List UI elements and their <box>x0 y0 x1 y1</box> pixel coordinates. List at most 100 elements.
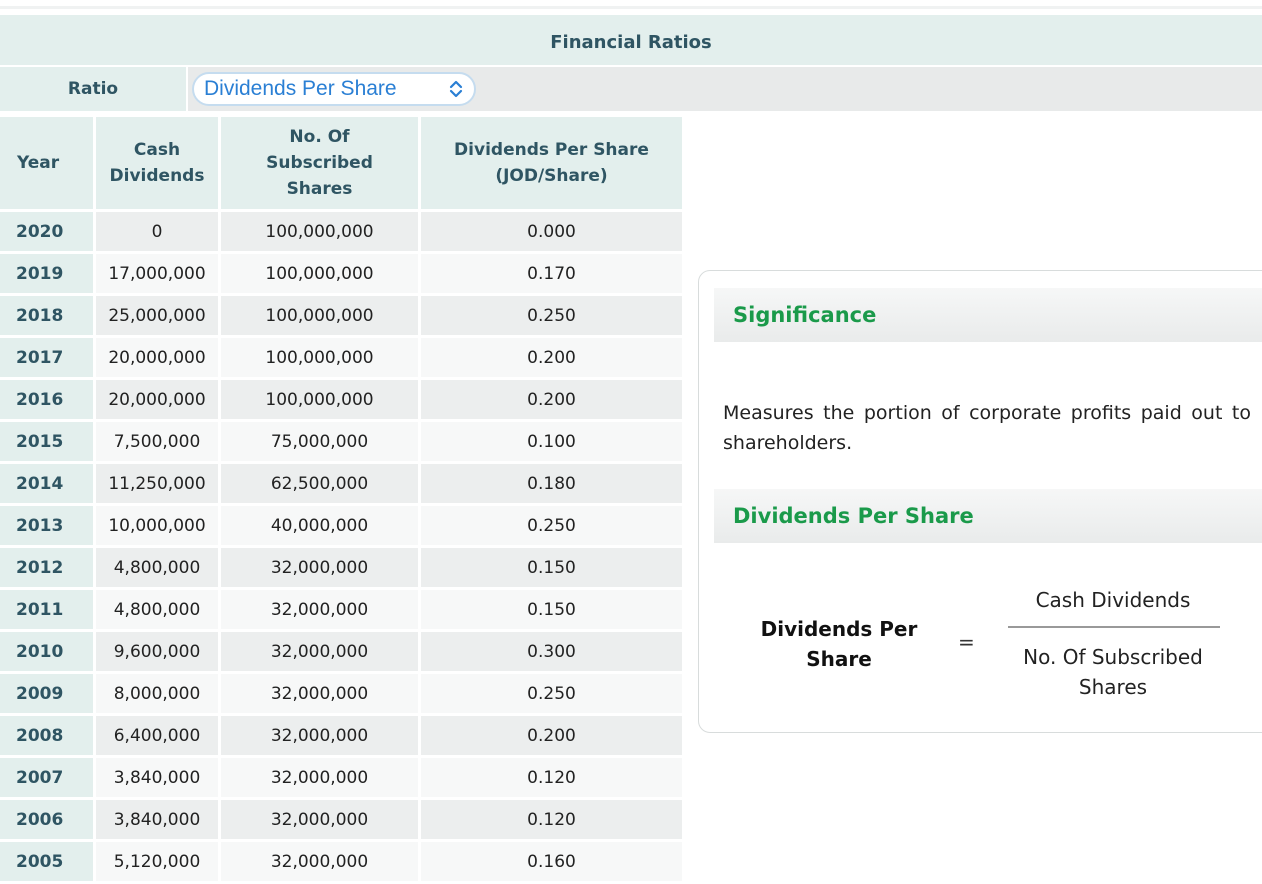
top-divider <box>0 6 1262 9</box>
subscribed-shares-cell: 62,500,000 <box>221 461 421 503</box>
dividends-per-share-cell: 0.150 <box>421 545 682 587</box>
year-cell: 2020 <box>0 209 96 251</box>
dividends-per-share-cell: 0.000 <box>421 209 682 251</box>
subscribed-shares-cell: 100,000,000 <box>221 335 421 377</box>
table-row: 2010 9,600,000 32,000,000 0.300 <box>0 629 682 671</box>
cash-dividends-cell: 11,250,000 <box>96 461 221 503</box>
year-cell: 2012 <box>0 545 96 587</box>
year-cell: 2017 <box>0 335 96 377</box>
cash-dividends-cell: 20,000,000 <box>96 377 221 419</box>
subscribed-shares-cell: 75,000,000 <box>221 419 421 461</box>
dividends-per-share-cell: 0.180 <box>421 461 682 503</box>
cash-dividends-cell: 4,800,000 <box>96 545 221 587</box>
ratio-select[interactable]: Dividends Per Share <box>192 72 476 106</box>
table-row: 2014 11,250,000 62,500,000 0.180 <box>0 461 682 503</box>
significance-text: Measures the portion of corporate profit… <box>723 402 1251 454</box>
year-cell: 2013 <box>0 503 96 545</box>
col-header-year: Year <box>0 117 96 209</box>
cash-dividends-cell: 20,000,000 <box>96 335 221 377</box>
year-cell: 2018 <box>0 293 96 335</box>
year-cell: 2015 <box>0 419 96 461</box>
subscribed-shares-cell: 32,000,000 <box>221 839 421 881</box>
cash-dividends-cell: 8,000,000 <box>96 671 221 713</box>
subscribed-shares-cell: 32,000,000 <box>221 671 421 713</box>
year-cell: 2019 <box>0 251 96 293</box>
formula-heading: Dividends Per Share <box>714 489 1262 543</box>
dividends-per-share-cell: 0.200 <box>421 377 682 419</box>
year-cell: 2008 <box>0 713 96 755</box>
cash-dividends-cell: 17,000,000 <box>96 251 221 293</box>
cash-dividends-cell: 5,120,000 <box>96 839 221 881</box>
formula-lhs: Dividends Per Share <box>760 617 918 671</box>
dividends-per-share-cell: 0.150 <box>421 587 682 629</box>
cash-dividends-cell: 3,840,000 <box>96 755 221 797</box>
chevron-up-down-icon <box>449 80 463 98</box>
subscribed-shares-cell: 100,000,000 <box>221 377 421 419</box>
significance-heading: Significance <box>714 288 1262 342</box>
ratio-table: Year Cash Dividends No. Of Subscribed Sh… <box>0 117 682 881</box>
table-row: 2006 3,840,000 32,000,000 0.120 <box>0 797 682 839</box>
dividends-per-share-cell: 0.300 <box>421 629 682 671</box>
col-header-subscribed-shares: No. Of Subscribed Shares <box>221 117 421 209</box>
subscribed-shares-cell: 32,000,000 <box>221 797 421 839</box>
formula-denominator: No. Of Subscribed Shares <box>1023 645 1203 699</box>
col-header-dividends-per-share: Dividends Per Share (JOD/Share) <box>421 117 682 209</box>
cash-dividends-cell: 7,500,000 <box>96 419 221 461</box>
dividends-per-share-cell: 0.120 <box>421 755 682 797</box>
table-row: 2012 4,800,000 32,000,000 0.150 <box>0 545 682 587</box>
page-title: Financial Ratios <box>0 15 1262 65</box>
subscribed-shares-cell: 32,000,000 <box>221 629 421 671</box>
subscribed-shares-cell: 32,000,000 <box>221 587 421 629</box>
table-row: 2005 5,120,000 32,000,000 0.160 <box>0 839 682 881</box>
fraction-bar <box>1008 626 1220 628</box>
cash-dividends-cell: 10,000,000 <box>96 503 221 545</box>
dividends-per-share-cell: 0.250 <box>421 503 682 545</box>
dividends-per-share-cell: 0.250 <box>421 293 682 335</box>
subscribed-shares-cell: 32,000,000 <box>221 545 421 587</box>
cash-dividends-cell: 3,840,000 <box>96 797 221 839</box>
dividends-per-share-cell: 0.160 <box>421 839 682 881</box>
year-cell: 2009 <box>0 671 96 713</box>
formula-numerator: Cash Dividends <box>1035 588 1191 612</box>
year-cell: 2014 <box>0 461 96 503</box>
table-row: 2020 0 100,000,000 0.000 <box>0 209 682 251</box>
cash-dividends-cell: 0 <box>96 209 221 251</box>
col-header-cash-dividends: Cash Dividends <box>96 117 221 209</box>
table-row: 2007 3,840,000 32,000,000 0.120 <box>0 755 682 797</box>
table-header-row: Year Cash Dividends No. Of Subscribed Sh… <box>0 117 682 209</box>
table-row: 2019 17,000,000 100,000,000 0.170 <box>0 251 682 293</box>
subscribed-shares-cell: 100,000,000 <box>221 251 421 293</box>
dividends-per-share-cell: 0.120 <box>421 797 682 839</box>
dividends-per-share-cell: 0.250 <box>421 671 682 713</box>
subscribed-shares-cell: 100,000,000 <box>221 209 421 251</box>
cash-dividends-cell: 4,800,000 <box>96 587 221 629</box>
ratio-label: Ratio <box>0 67 186 111</box>
table-row: 2016 20,000,000 100,000,000 0.200 <box>0 377 682 419</box>
subscribed-shares-cell: 32,000,000 <box>221 755 421 797</box>
table-row: 2018 25,000,000 100,000,000 0.250 <box>0 293 682 335</box>
ratio-select-value: Dividends Per Share <box>204 77 397 100</box>
formula-equals: = <box>958 630 975 654</box>
dividends-per-share-cell: 0.170 <box>421 251 682 293</box>
table-row: 2017 20,000,000 100,000,000 0.200 <box>0 335 682 377</box>
subscribed-shares-cell: 40,000,000 <box>221 503 421 545</box>
year-cell: 2010 <box>0 629 96 671</box>
year-cell: 2005 <box>0 839 96 881</box>
table-row: 2015 7,500,000 75,000,000 0.100 <box>0 419 682 461</box>
table-row: 2008 6,400,000 32,000,000 0.200 <box>0 713 682 755</box>
subscribed-shares-cell: 100,000,000 <box>221 293 421 335</box>
dividends-per-share-cell: 0.100 <box>421 419 682 461</box>
cash-dividends-cell: 25,000,000 <box>96 293 221 335</box>
year-cell: 2016 <box>0 377 96 419</box>
subscribed-shares-cell: 32,000,000 <box>221 713 421 755</box>
dividends-per-share-cell: 0.200 <box>421 335 682 377</box>
table-row: 2009 8,000,000 32,000,000 0.250 <box>0 671 682 713</box>
cash-dividends-cell: 6,400,000 <box>96 713 221 755</box>
year-cell: 2011 <box>0 587 96 629</box>
table-row: 2013 10,000,000 40,000,000 0.250 <box>0 503 682 545</box>
dividends-per-share-cell: 0.200 <box>421 713 682 755</box>
year-cell: 2006 <box>0 797 96 839</box>
year-cell: 2007 <box>0 755 96 797</box>
table-row: 2011 4,800,000 32,000,000 0.150 <box>0 587 682 629</box>
cash-dividends-cell: 9,600,000 <box>96 629 221 671</box>
